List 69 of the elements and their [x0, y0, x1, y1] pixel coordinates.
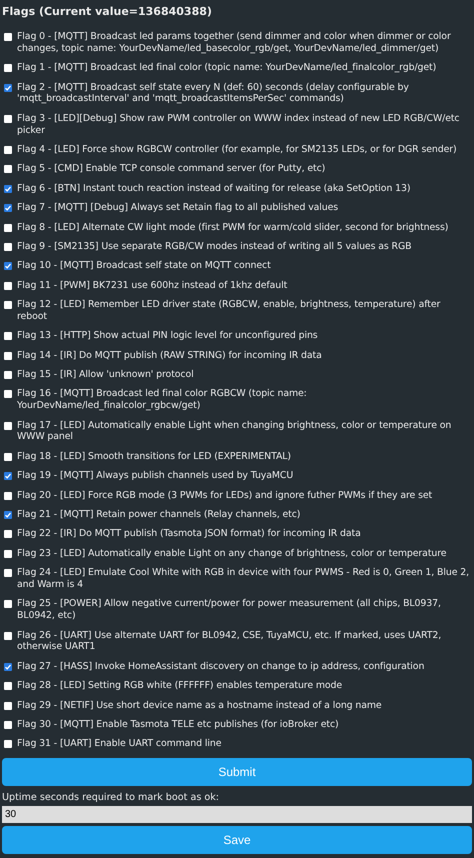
- checkbox[interactable]: [4, 682, 12, 690]
- flag-label: Flag 6 - [BTN] Instant touch reaction instead of waiting for release (aka SetOption 13): [17, 182, 410, 195]
- flag-label: Flag 10 - [MQTT] Broadcast self state on MQTT connect: [17, 260, 271, 272]
- checkbox[interactable]: [4, 242, 12, 251]
- flag-label: Flag 17 - [LED] Automatically enable Light when changing brightness, color or temperature on WWW panel: [17, 420, 452, 444]
- checkbox[interactable]: [4, 569, 12, 578]
- flag-label: Flag 16 - [MQTT] Broadcast led final color RGBCW (topic name: YourDevName/led_finalcolor_rgbcw/get): [17, 388, 308, 412]
- submit-button[interactable]: Submit: [2, 758, 472, 786]
- flag-label: Flag 22 - [IR] Do MQTT publish (Tasmota JSON format) for incoming IR data: [17, 528, 361, 540]
- checkbox[interactable]: [4, 282, 12, 290]
- checkbox[interactable]: [4, 224, 12, 232]
- flag-label: Flag 12 - [LED] Remember LED driver state (RGBCW, enable, brightness, temperature) after reboot: [17, 299, 442, 323]
- checkbox[interactable]: [4, 452, 12, 461]
- flag-label: Flag 28 - [LED] Setting RGB white (FFFFFF) enables temperature mode: [17, 680, 342, 692]
- checkbox[interactable]: [4, 740, 12, 748]
- checkbox[interactable]: [4, 530, 12, 538]
- checkbox[interactable]: [4, 390, 12, 398]
- checkbox[interactable]: [4, 33, 12, 41]
- checkbox[interactable]: [4, 371, 12, 380]
- checkbox[interactable]: [4, 600, 12, 608]
- flag-label: Flag 13 - [HTTP] Show actual PIN logic level for unconfigured pins: [17, 330, 318, 342]
- checkbox[interactable]: [4, 720, 12, 729]
- flag-label: Flag 15 - [IR] Allow 'unknown' protocol: [17, 369, 194, 381]
- flag-label: Flag 24 - [LED] Emulate Cool White with RGB in device with four PWMS - Red is 0, Green 1, Blue 2, and Warm is 4: [17, 567, 470, 591]
- flag-label: Flag 27 - [HASS] Invoke HomeAssistant discovery on change to ip address, configuration: [17, 660, 424, 673]
- flag-label: Flag 25 - [POWER] Allow negative current/power for power measurement (all chips, BL0937, BL0942, etc): [17, 598, 442, 622]
- flag-label: Flag 4 - [LED] Force show RGBCW controller (for example, for SM2135 LEDs, or for DGR sender): [17, 144, 457, 156]
- checkbox[interactable]: [4, 472, 12, 480]
- checkbox[interactable]: [4, 550, 12, 558]
- checkbox[interactable]: [4, 204, 12, 212]
- flag-label: Flag 11 - [PWM] BK7231 use 600hz instead of 1khz default: [17, 280, 288, 292]
- checkbox[interactable]: [4, 352, 12, 360]
- checkbox[interactable]: [4, 332, 12, 340]
- flag-label: Flag 2 - [MQTT] Broadcast self state every N (def: 60) seconds (delay configurable by 'mqtt_broadcastInterval' and 'mqtt_broadcastItemsPerSec' commands): [17, 82, 410, 106]
- flag-label: Flag 21 - [MQTT] Retain power channels (Relay channels, etc): [17, 508, 300, 521]
- flag-label: Flag 5 - [CMD] Enable TCP console command server (for Putty, etc): [17, 163, 326, 176]
- flag-label: Flag 7 - [MQTT] [Debug] Always set Retain flag to all published values: [17, 202, 338, 214]
- checkbox[interactable]: [4, 422, 12, 430]
- flag-label: Flag 29 - [NETIF] Use short device name as a hostname instead of a long name: [17, 700, 382, 712]
- flag-label: Flag 23 - [LED] Automatically enable Light on any change of brightness, color or temperature: [17, 548, 446, 560]
- flag-label: Flag 3 - [LED][Debug] Show raw PWM controller on WWW index instead of new LED RGB/CW/etc picker: [17, 112, 460, 136]
- flag-label: Flag 14 - [IR] Do MQTT publish (RAW STRING) for incoming IR data: [17, 350, 322, 362]
- flag-label: Flag 0 - [MQTT] Broadcast led params together (send dimmer and color when dimmer or color changes, topic name: YourDevName/led_basecolor_rgb/get, YourDevName/led_dimmer/get): [17, 31, 452, 55]
- checkbox[interactable]: [4, 632, 12, 640]
- uptime-input[interactable]: 30: [2, 806, 472, 823]
- section-heading: Flags (Current value=136840388): [2, 5, 213, 19]
- checkbox[interactable]: [4, 510, 12, 519]
- flag-label: Flag 26 - [UART] Use alternate UART for BL0942, CSE, TuyaMCU, etc. If marked, uses UART2, otherwise UART1: [17, 630, 442, 654]
- flag-label: Flag 20 - [LED] Force RGB mode (3 PWMs for LEDs) and ignore futher PWMs if they are set: [17, 490, 432, 502]
- flag-label: Flag 30 - [MQTT] Enable Tasmota TELE etc publishes (for ioBroker etc): [17, 718, 339, 731]
- checkbox[interactable]: [4, 262, 12, 270]
- checkbox[interactable]: [4, 84, 12, 92]
- checkbox[interactable]: [4, 702, 12, 710]
- flag-label: Flag 8 - [LED] Alternate CW light mode (first PWM for warm/cold slider, second for brightness): [17, 222, 448, 234]
- checkbox[interactable]: [4, 64, 12, 72]
- checkbox[interactable]: [4, 662, 12, 671]
- checkbox[interactable]: [4, 146, 12, 154]
- checkbox[interactable]: [4, 165, 12, 174]
- flag-label: Flag 19 - [MQTT] Always publish channels used by TuyaMCU: [17, 470, 294, 482]
- save-button[interactable]: Save: [2, 826, 472, 854]
- flag-label: Flag 9 - [SM2135] Use separate RGB/CW modes instead of writing all 5 values as RGB: [17, 240, 412, 253]
- flag-label: Flag 18 - [LED] Smooth transitions for LED (EXPERIMENTAL): [17, 450, 291, 463]
- field-label: Uptime seconds required to mark boot as ok:: [2, 792, 220, 804]
- checkbox[interactable]: [4, 492, 12, 500]
- checkbox[interactable]: [4, 114, 12, 123]
- flag-label: Flag 31 - [UART] Enable UART command line: [17, 738, 222, 750]
- checkbox[interactable]: [4, 301, 12, 310]
- flag-label: Flag 1 - [MQTT] Broadcast led final color (topic name: YourDevName/led_finalcolor_rgb/get): [17, 62, 436, 74]
- checkbox[interactable]: [4, 184, 12, 193]
